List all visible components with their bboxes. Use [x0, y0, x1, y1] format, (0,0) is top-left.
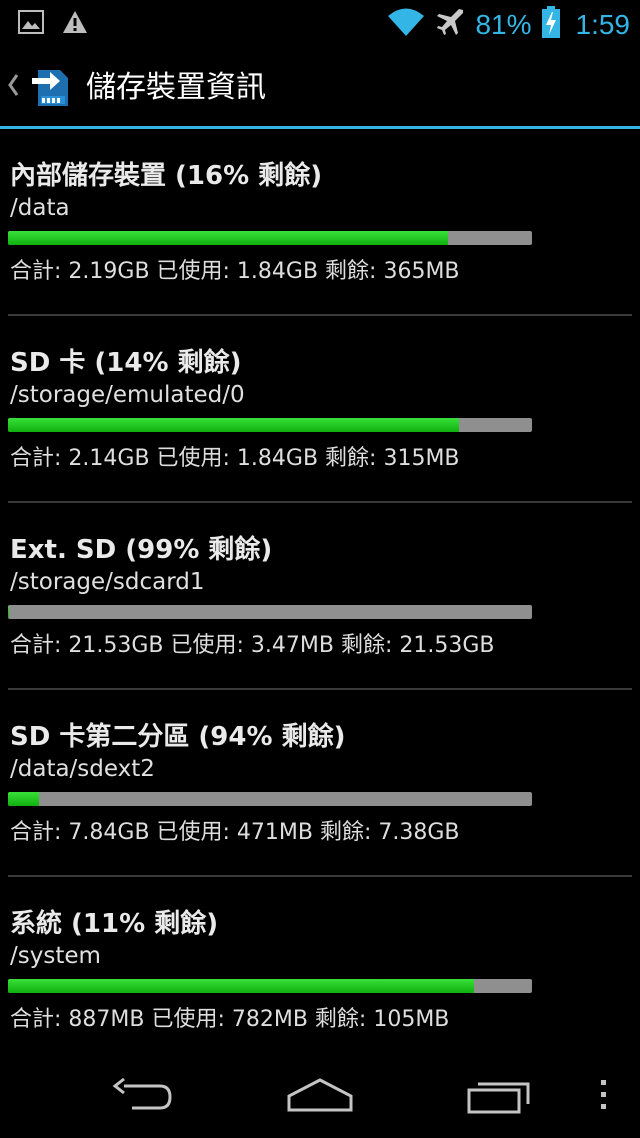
airplane-icon	[435, 7, 465, 42]
overflow-menu-icon[interactable]	[598, 1076, 610, 1120]
wifi-icon	[387, 7, 425, 42]
usage-bar-fill	[8, 605, 10, 619]
storage-name: Ext. SD (99% 剩餘)	[10, 535, 273, 565]
storage-name: SD 卡 (14% 剩餘)	[10, 348, 242, 378]
back-icon[interactable]	[110, 1076, 174, 1120]
storage-item-sd-partition-2[interactable]: SD 卡第二分區 (94% 剩餘) /data/sdext2 合計: 7.84G…	[0, 690, 640, 877]
storage-path: /storage/emulated/0	[10, 382, 245, 408]
storage-list: 內部儲存裝置 (16% 剩餘) /data 合計: 2.19GB 已使用: 1.…	[0, 129, 640, 1064]
action-bar: 儲存裝置資訊	[0, 46, 640, 128]
usage-bar	[8, 231, 532, 245]
page-title: 儲存裝置資訊	[86, 70, 266, 105]
storage-detail: 合計: 2.14GB 已使用: 1.84GB 剩餘: 315MB	[10, 446, 460, 471]
storage-name: 內部儲存裝置 (16% 剩餘)	[10, 161, 323, 191]
usage-bar-fill	[8, 418, 459, 432]
storage-item-ext-sd[interactable]: Ext. SD (99% 剩餘) /storage/sdcard1 合計: 21…	[0, 503, 640, 690]
battery-charging-icon	[541, 6, 560, 43]
battery-percent: 81%	[475, 8, 532, 40]
usage-bar	[8, 605, 532, 619]
image-icon	[18, 10, 44, 38]
storage-detail: 合計: 21.53GB 已使用: 3.47MB 剩餘: 21.53GB	[10, 633, 495, 658]
storage-item-system[interactable]: 系統 (11% 剩餘) /system 合計: 887MB 已使用: 782MB…	[0, 877, 640, 1064]
status-time: 1:59	[575, 8, 631, 40]
storage-path: /system	[10, 943, 101, 969]
usage-bar	[8, 979, 532, 993]
storage-path: /data/sdext2	[10, 756, 155, 782]
storage-detail: 合計: 887MB 已使用: 782MB 剩餘: 105MB	[10, 1007, 450, 1032]
storage-name: 系統 (11% 剩餘)	[10, 909, 219, 939]
up-chevron-icon[interactable]	[6, 70, 20, 100]
storage-path: /storage/sdcard1	[10, 569, 205, 595]
navigation-bar	[0, 1050, 640, 1138]
home-icon[interactable]	[286, 1076, 354, 1120]
recent-apps-icon[interactable]	[466, 1076, 532, 1120]
storage-item-internal[interactable]: 內部儲存裝置 (16% 剩餘) /data 合計: 2.19GB 已使用: 1.…	[0, 129, 640, 316]
usage-bar-fill	[8, 231, 449, 245]
storage-item-sd-card[interactable]: SD 卡 (14% 剩餘) /storage/emulated/0 合計: 2.…	[0, 316, 640, 503]
storage-detail: 合計: 7.84GB 已使用: 471MB 剩餘: 7.38GB	[10, 820, 460, 845]
sd-card-transfer-icon[interactable]	[30, 64, 70, 108]
usage-bar	[8, 792, 532, 806]
storage-detail: 合計: 2.19GB 已使用: 1.84GB 剩餘: 365MB	[10, 259, 460, 284]
usage-bar-fill	[8, 792, 40, 806]
storage-name: SD 卡第二分區 (94% 剩餘)	[10, 722, 346, 752]
usage-bar	[8, 418, 532, 432]
usage-bar-fill	[8, 979, 475, 993]
storage-path: /data	[10, 195, 70, 221]
warning-icon	[62, 10, 88, 38]
status-bar: 81% 1:59	[0, 0, 640, 46]
